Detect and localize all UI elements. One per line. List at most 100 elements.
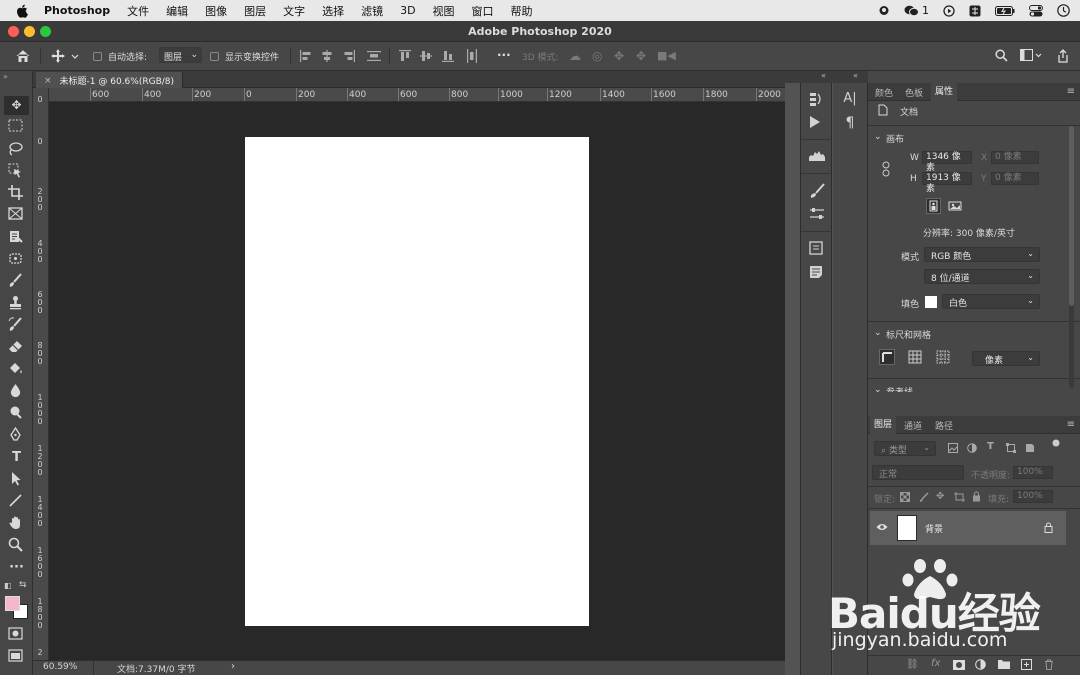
tab-color[interactable]: 颜色 (875, 86, 893, 99)
fill-color-swatch[interactable] (925, 296, 937, 308)
vertical-ruler[interactable]: 0 0 200 400 600 800 1000 1200 1400 1600 1800 2 (33, 88, 49, 660)
paint-bucket-tool-icon[interactable] (8, 361, 25, 378)
default-colors-icon[interactable]: ◧ (4, 581, 12, 590)
search-icon[interactable] (995, 49, 1008, 62)
x-field[interactable]: 0 像素 (991, 151, 1039, 164)
new-group-icon[interactable] (998, 659, 1010, 669)
menu-window[interactable]: 窗口 (472, 3, 494, 19)
quick-mask-icon[interactable] (8, 627, 25, 644)
filter-adjustment-icon[interactable] (967, 443, 977, 453)
control-center-icon[interactable] (1029, 4, 1043, 17)
menu-app-name[interactable]: Photoshop (44, 4, 110, 17)
lock-image-pixels-icon[interactable] (919, 492, 929, 502)
paragraph-panel-icon[interactable]: ¶ (842, 115, 858, 131)
actions-play-icon[interactable] (809, 115, 825, 131)
clone-stamp-tool-icon[interactable] (8, 295, 25, 312)
guides-section-title[interactable]: 参考线 (886, 385, 913, 392)
tab-layers[interactable]: 图层 (870, 416, 897, 434)
document-size-info[interactable]: 文档:7.37M/0 字节 (117, 662, 195, 675)
ruler-unit-dropdown[interactable]: 像素 ⌄ (972, 351, 1040, 366)
workspace-switcher-icon[interactable] (1020, 49, 1042, 62)
input-method-icon[interactable] (969, 5, 981, 17)
distribute-vertical-icon[interactable] (367, 49, 381, 63)
distribute-horizontal-icon[interactable] (465, 49, 479, 63)
healing-brush-tool-icon[interactable] (8, 251, 25, 268)
menu-3d[interactable]: 3D (400, 4, 415, 17)
brush-settings-icon[interactable] (809, 183, 825, 199)
layer-thumbnail[interactable] (897, 515, 917, 541)
grid-toggle-icon[interactable] (908, 350, 922, 364)
color-mode-dropdown[interactable]: RGB 颜色 ⌄ (924, 247, 1040, 262)
tab-channels[interactable]: 通道 (904, 419, 922, 432)
filter-pixel-icon[interactable] (948, 443, 958, 453)
align-bottom-edges-icon[interactable] (442, 49, 454, 63)
menu-select[interactable]: 选择 (322, 3, 344, 19)
tab-paths[interactable]: 路径 (935, 419, 953, 432)
collapse-panels-icon-2[interactable]: « (853, 71, 858, 80)
frame-tool-icon[interactable] (8, 207, 25, 224)
chevron-down-icon[interactable]: ⌄ (874, 132, 882, 142)
rulers-grid-section-title[interactable]: 标尺和网格 (886, 328, 931, 341)
landscape-orientation-button[interactable] (947, 199, 963, 213)
new-layer-icon[interactable] (1021, 659, 1032, 670)
align-left-edges-icon[interactable] (300, 49, 312, 63)
wechat-icon[interactable]: 1 (904, 4, 929, 17)
object-selection-tool-icon[interactable] (8, 163, 25, 180)
chevron-down-icon[interactable]: ⌄ (874, 328, 882, 338)
menu-edit[interactable]: 编辑 (166, 3, 188, 19)
menu-file[interactable]: 文件 (127, 3, 149, 19)
menu-help[interactable]: 帮助 (511, 3, 533, 19)
brush-tool-icon[interactable] (8, 273, 25, 290)
width-field[interactable]: 1346 像素 (922, 151, 972, 173)
marquee-tool-icon[interactable] (8, 119, 25, 136)
fill-opacity-field[interactable]: 100% (1013, 490, 1053, 503)
notes-icon[interactable] (809, 265, 825, 281)
align-horizontal-centers-icon[interactable] (321, 49, 333, 63)
ruler-toggle-icon[interactable] (879, 349, 895, 365)
canvas-section-title[interactable]: 画布 (886, 132, 904, 145)
lock-artboard-icon[interactable] (954, 492, 965, 502)
opacity-field[interactable]: 100% (1013, 466, 1053, 479)
close-tab-icon[interactable]: × (44, 76, 52, 86)
character-panel-icon[interactable]: A| (842, 91, 858, 107)
fx-icon[interactable]: fx (931, 658, 940, 669)
fill-dropdown[interactable]: 白色 ⌄ (942, 294, 1040, 309)
menu-layer[interactable]: 图层 (244, 3, 266, 19)
panel-menu-icon[interactable]: ≡ (1067, 419, 1075, 430)
align-top-edges-icon[interactable] (399, 49, 411, 63)
swap-colors-icon[interactable]: ⇆ (19, 580, 27, 590)
link-icon[interactable] (882, 161, 890, 177)
auto-select-checkbox[interactable] (93, 52, 102, 61)
filter-smart-object-icon[interactable] (1025, 443, 1035, 453)
histogram-icon[interactable] (809, 149, 825, 165)
height-field[interactable]: 1913 像素 (922, 172, 972, 194)
layer-filter-dropdown[interactable]: ⌕ 类型 ⌄ (874, 441, 936, 456)
lock-all-icon[interactable] (972, 491, 981, 502)
chevron-right-icon[interactable]: › (231, 661, 235, 672)
align-vertical-centers-icon[interactable] (420, 49, 432, 63)
pen-tool-icon[interactable] (8, 427, 25, 444)
path-selection-tool-icon[interactable] (8, 471, 25, 488)
tab-swatches[interactable]: 色板 (905, 86, 923, 99)
delete-layer-icon[interactable] (1044, 659, 1054, 670)
pixel-grid-toggle-icon[interactable] (936, 350, 950, 364)
properties-scrollbar[interactable] (1069, 126, 1074, 388)
battery-icon[interactable] (995, 5, 1015, 16)
screen-mode-icon[interactable] (8, 649, 25, 666)
tab-properties[interactable]: 属性 (931, 83, 958, 101)
layer-row[interactable]: 背景 (870, 511, 1066, 545)
horizontal-ruler[interactable]: 600 400 200 0 200 400 600 800 1000 1200 1400 1600 18… (49, 88, 785, 102)
crop-tool-icon[interactable] (8, 185, 25, 202)
collapse-panels-icon[interactable]: « (821, 71, 826, 80)
eyedropper-tool-icon[interactable] (8, 229, 25, 246)
home-icon[interactable] (15, 49, 31, 63)
3d-camera-icon[interactable]: ■◀ (657, 49, 676, 62)
apple-menu-icon[interactable] (16, 4, 30, 18)
menu-view[interactable]: 视图 (433, 3, 455, 19)
document-canvas[interactable] (245, 137, 589, 626)
menu-image[interactable]: 图像 (205, 3, 227, 19)
bit-depth-dropdown[interactable]: 8 位/通道 ⌄ (924, 269, 1040, 284)
add-mask-icon[interactable] (953, 660, 965, 670)
hand-tool-icon[interactable] (8, 515, 25, 532)
filter-type-icon[interactable]: T (987, 441, 994, 452)
